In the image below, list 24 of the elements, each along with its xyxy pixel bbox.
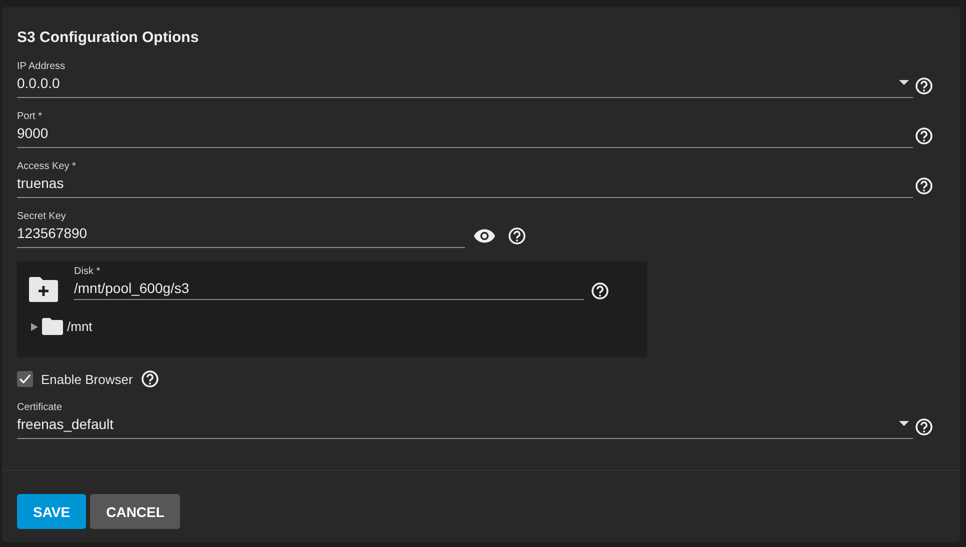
folder-plus-icon[interactable] [29, 277, 58, 302]
select-field[interactable]: Certificate freenas_default [17, 402, 913, 439]
checkbox-label: Enable Browser [41, 372, 133, 386]
help-icon[interactable] [915, 176, 933, 194]
help-icon[interactable] [915, 126, 933, 144]
expand-arrow-icon[interactable] [31, 322, 38, 330]
input-field[interactable]: Access Key * truenas [17, 161, 913, 198]
help-icon[interactable] [591, 282, 609, 300]
help-icon[interactable] [140, 370, 159, 388]
help-icon[interactable] [915, 76, 933, 94]
help-icon[interactable] [915, 418, 933, 436]
help-icon[interactable] [508, 226, 526, 244]
caret-icon [899, 421, 909, 426]
checkbox[interactable] [17, 371, 33, 387]
input-field[interactable]: Disk * /mnt/pool_600g/s3 [74, 266, 584, 300]
select-field[interactable]: IP Address 0.0.0.0 [17, 61, 913, 98]
input-field[interactable]: Secret Key 123567890 [17, 211, 465, 248]
caret-icon [899, 80, 909, 85]
input-field[interactable]: Port * 9000 [17, 111, 913, 148]
cancel-button[interactable]: CANCEL [90, 494, 180, 529]
folder-icon [42, 318, 63, 335]
eye-icon[interactable] [473, 228, 496, 244]
card-title: S3 Configuration Options [17, 29, 200, 47]
tree-item[interactable]: /mnt [67, 319, 92, 334]
